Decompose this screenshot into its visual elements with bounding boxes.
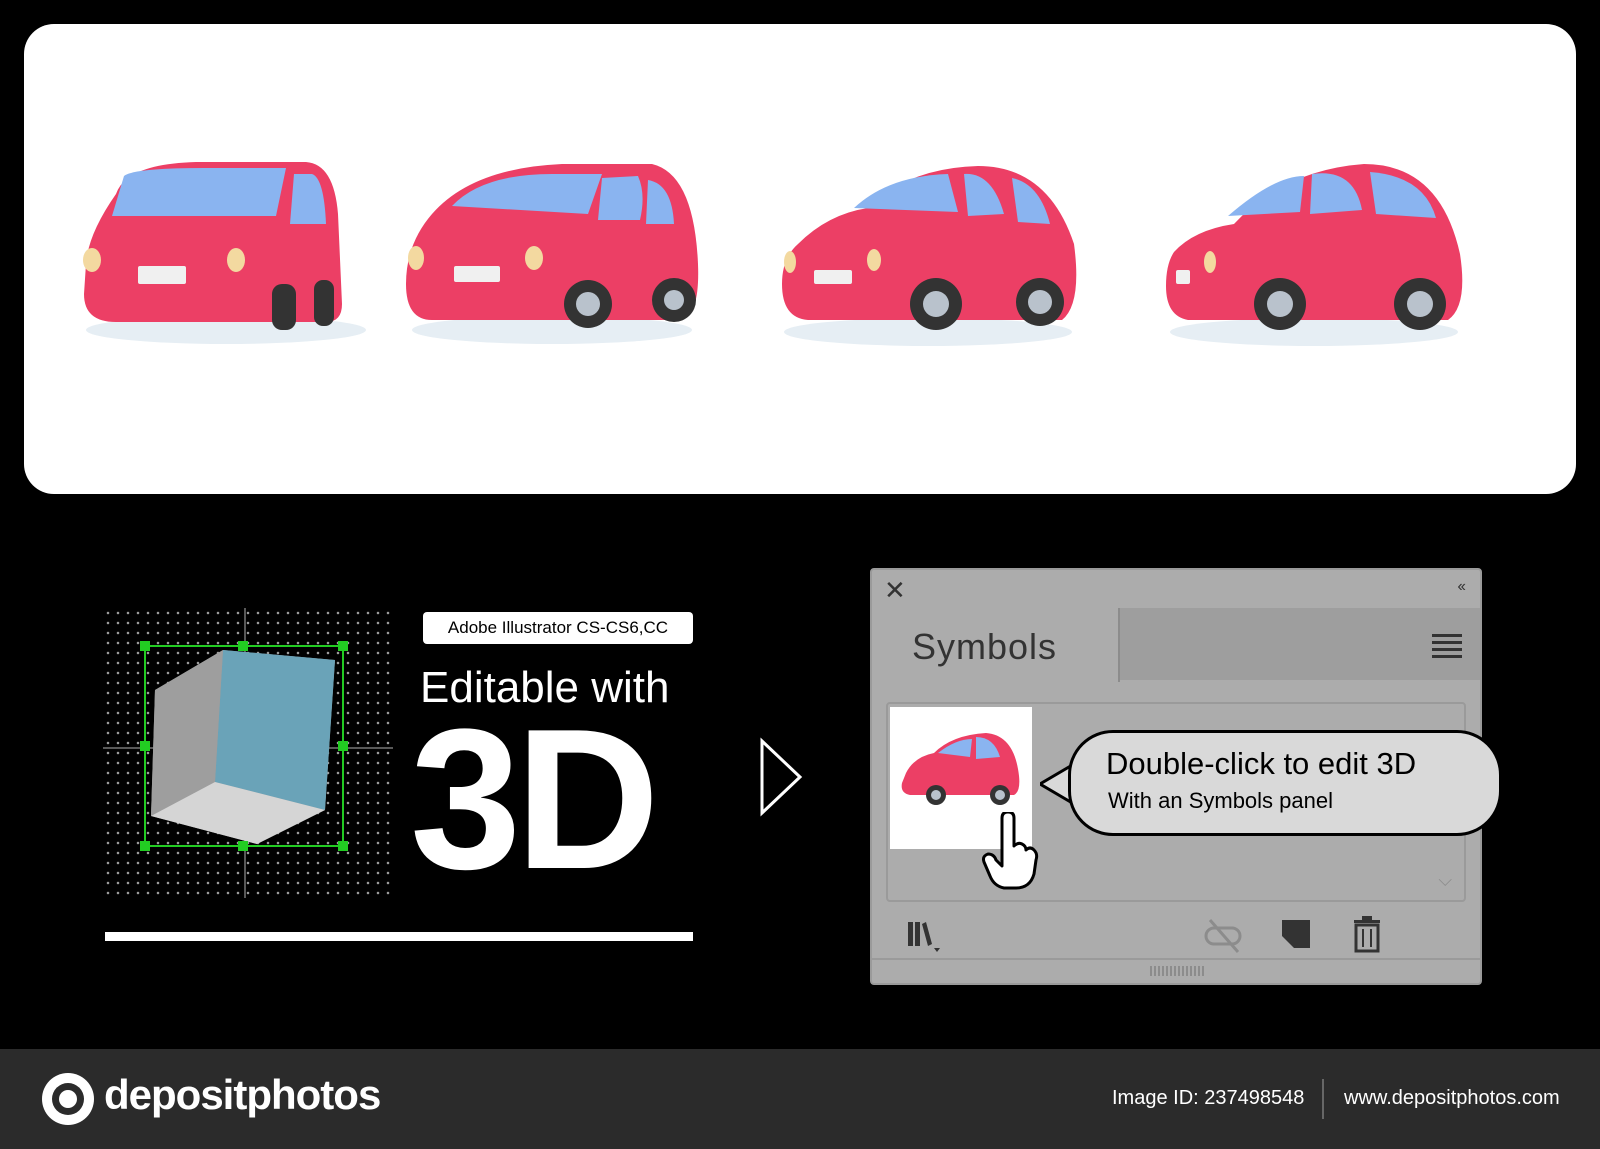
camera-logo-icon [42,1073,94,1125]
car-front-view [76,154,376,444]
car-gallery-panel [24,24,1576,494]
panel-menu-icon[interactable] [1432,634,1462,662]
footer-divider [1322,1079,1324,1119]
headline-3d: 3D [410,688,660,911]
headline-underline [105,932,693,941]
close-icon[interactable]: ✕ [884,576,906,604]
cube-3d-illustration [103,608,393,898]
image-id-text: Image ID: 237498548 [1112,1087,1305,1109]
tab-symbols[interactable]: Symbols [872,608,1120,682]
car-side-view [1164,154,1464,444]
hand-pointer-icon [982,812,1039,890]
panel-footer-toolbar [872,914,1480,958]
site-url-link[interactable]: www.depositphotos.com [1344,1087,1560,1110]
arrow-right-icon [760,737,803,817]
new-symbol-icon[interactable] [1276,914,1320,958]
panel-resize-grip[interactable] [1150,966,1206,976]
software-version-badge: Adobe Illustrator CS-CS6,CC [423,612,693,644]
callout-subtitle: With an Symbols panel [1108,788,1333,813]
callout-title: Double-click to edit 3D [1106,746,1417,781]
car-three-quarter-side-view [778,154,1078,444]
break-link-icon[interactable] [1202,914,1246,958]
chevron-down-icon[interactable]: ⌵ [1438,870,1452,891]
collapse-icon[interactable]: ‹‹ [1457,578,1466,596]
car-three-quarter-front-view [402,154,702,444]
tab-symbols-label: Symbols [912,626,1058,667]
trash-icon[interactable] [1346,914,1390,958]
library-icon[interactable] [902,914,946,958]
footer-bar: depositphotos Image ID: 237498548 www.de… [0,1049,1600,1149]
brand-logo-text: depositphotos [104,1071,381,1118]
panel-divider [872,958,1480,960]
